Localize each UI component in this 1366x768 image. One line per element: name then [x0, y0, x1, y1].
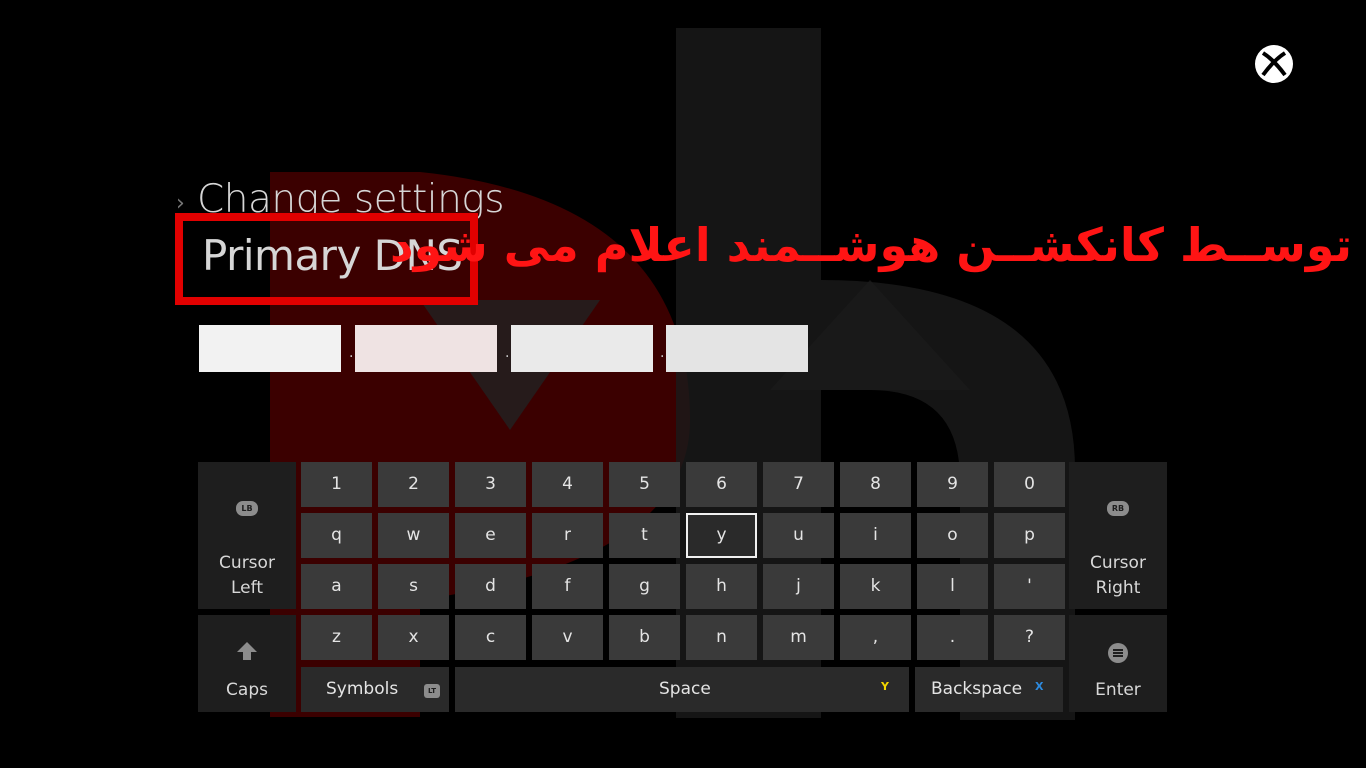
symbols-label: Symbols [326, 679, 399, 699]
key[interactable]: v [532, 615, 603, 660]
key[interactable]: 0 [994, 462, 1065, 507]
key[interactable]: f [532, 564, 603, 609]
key[interactable]: m [763, 615, 834, 660]
key[interactable]: t [609, 513, 680, 558]
key[interactable]: 3 [455, 462, 526, 507]
key[interactable]: r [532, 513, 603, 558]
xbox-dns-settings-screen: › Change settings Primary DNS توســط کان… [0, 0, 1366, 768]
space-label: Space [659, 679, 711, 699]
key[interactable]: y [686, 513, 757, 558]
key[interactable]: c [455, 615, 526, 660]
cursor-right-key[interactable]: RB Cursor Right [1069, 462, 1167, 609]
key[interactable]: 6 [686, 462, 757, 507]
xbox-logo-icon [1255, 45, 1293, 83]
key[interactable]: n [686, 615, 757, 660]
key[interactable]: 5 [609, 462, 680, 507]
caps-label: Caps [226, 680, 268, 700]
x-button-icon: X [1035, 680, 1044, 693]
lb-button-icon: LB [236, 501, 258, 516]
dns-octet-1-field[interactable] [199, 325, 341, 372]
key[interactable]: i [840, 513, 911, 558]
enter-key[interactable]: Enter [1069, 615, 1167, 712]
key[interactable]: 2 [378, 462, 449, 507]
key[interactable]: w [378, 513, 449, 558]
key[interactable]: d [455, 564, 526, 609]
y-button-icon: Y [881, 680, 889, 693]
key[interactable]: k [840, 564, 911, 609]
key[interactable]: z [301, 615, 372, 660]
key[interactable]: ? [994, 615, 1065, 660]
key[interactable]: ' [994, 564, 1065, 609]
key[interactable]: p [994, 513, 1065, 558]
dns-octet-2-field[interactable] [355, 325, 497, 372]
key[interactable]: o [917, 513, 988, 558]
key[interactable]: 4 [532, 462, 603, 507]
key[interactable]: a [301, 564, 372, 609]
key[interactable]: . [917, 615, 988, 660]
backspace-key[interactable]: Backspace X [915, 667, 1063, 712]
rb-button-icon: RB [1107, 501, 1129, 516]
cursor-right-label: Right [1095, 578, 1141, 598]
key[interactable]: s [378, 564, 449, 609]
key[interactable]: 1 [301, 462, 372, 507]
backspace-label: Backspace [931, 679, 1023, 699]
dns-separator: . [505, 345, 510, 361]
key[interactable]: l [917, 564, 988, 609]
enter-label: Enter [1095, 680, 1141, 700]
symbols-key[interactable]: Symbols LT [301, 667, 449, 712]
key[interactable]: u [763, 513, 834, 558]
overlay-annotation: توســط کانکشــن هوشــمند اعلام می شود [390, 218, 1352, 272]
key[interactable]: 9 [917, 462, 988, 507]
key[interactable]: e [455, 513, 526, 558]
key[interactable]: h [686, 564, 757, 609]
lt-button-icon: LT [424, 684, 440, 698]
dns-octet-3-field[interactable] [511, 325, 653, 372]
key[interactable]: x [378, 615, 449, 660]
on-screen-keyboard: LB Cursor Left Caps RB Cursor Right Ente… [198, 462, 1167, 714]
cursor-left-label: Cursor [219, 553, 275, 573]
key[interactable]: b [609, 615, 680, 660]
key[interactable]: g [609, 564, 680, 609]
cursor-right-label: Cursor [1090, 553, 1146, 573]
key[interactable]: 8 [840, 462, 911, 507]
key[interactable]: q [301, 513, 372, 558]
dns-octet-4-field[interactable] [666, 325, 808, 372]
space-key[interactable]: Space Y [455, 667, 909, 712]
key[interactable]: , [840, 615, 911, 660]
cursor-left-label: Left [231, 578, 263, 598]
caps-arrow-icon [237, 642, 257, 660]
caps-key[interactable]: Caps [198, 615, 296, 712]
dns-separator: . [349, 345, 354, 361]
key[interactable]: 7 [763, 462, 834, 507]
key[interactable]: j [763, 564, 834, 609]
menu-icon [1108, 643, 1128, 663]
dns-separator: . [660, 345, 665, 361]
cursor-left-key[interactable]: LB Cursor Left [198, 462, 296, 609]
